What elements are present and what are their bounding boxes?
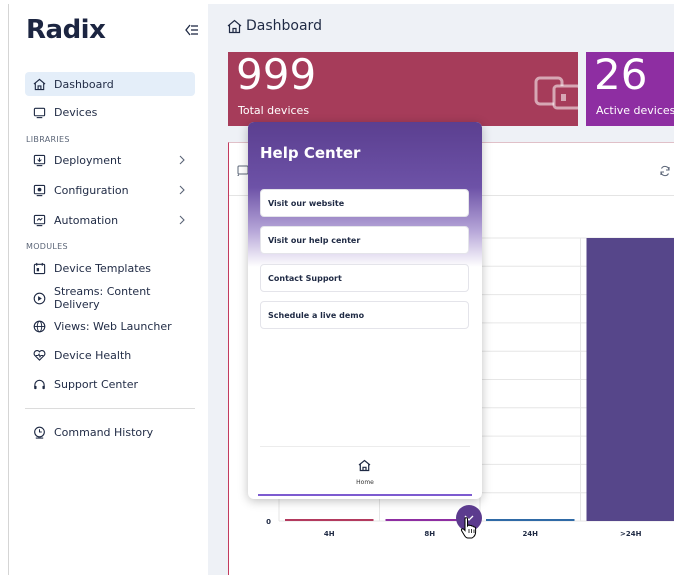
home-icon[interactable] xyxy=(358,459,371,472)
chart-bar xyxy=(586,238,674,521)
headset-icon xyxy=(34,379,45,389)
sidebar-item-label: Deployment xyxy=(54,153,122,167)
automation-icon xyxy=(33,214,46,226)
sidebar-item-device-templates[interactable]: Device Templates xyxy=(25,256,195,280)
sidebar-item-label: Support Center xyxy=(54,377,139,391)
help-center-popup: Help Center Visit our website Visit our … xyxy=(248,122,482,499)
contact-support-link[interactable]: Contact Support xyxy=(260,264,469,292)
home-icon xyxy=(227,19,242,34)
total-devices-value: 999 xyxy=(236,52,317,99)
refresh-icon[interactable] xyxy=(659,165,671,177)
x-tick-label: 24H xyxy=(522,530,538,538)
deployment-icon xyxy=(33,154,46,166)
sidebar-item-configuration[interactable]: Configuration xyxy=(25,178,195,202)
section-label-libraries: LIBRARIES xyxy=(26,135,70,144)
heart-pulse-icon xyxy=(33,349,46,361)
chevron-right-icon xyxy=(179,155,185,165)
sidebar: Radix Dashboard Devices LIBRARIES Deploy… xyxy=(8,4,208,575)
section-label-modules: MODULES xyxy=(26,242,68,251)
sidebar-item-label: Device Templates xyxy=(54,261,152,275)
sidebar-divider xyxy=(25,408,195,409)
help-footer-divider xyxy=(260,446,470,447)
visit-website-link[interactable]: Visit our website xyxy=(260,189,469,217)
chart-bar xyxy=(486,519,575,521)
total-devices-card[interactable]: 999 Total devices xyxy=(228,52,578,126)
x-tick-label: 4H xyxy=(324,530,335,538)
devices-icon xyxy=(534,76,578,110)
sidebar-item-label: Devices xyxy=(54,105,98,119)
sidebar-item-dashboard[interactable]: Dashboard xyxy=(25,72,195,96)
x-tick-label: 8H xyxy=(424,530,435,538)
y-tick-label: 0 xyxy=(266,518,271,526)
top-bar: Dashboard xyxy=(208,4,674,48)
help-active-tab-indicator xyxy=(258,494,472,496)
home-icon xyxy=(33,78,46,90)
hand-cursor-icon xyxy=(460,517,477,539)
sidebar-item-label: Command History xyxy=(54,425,154,439)
sidebar-item-label: Streams: Content Delivery xyxy=(54,285,151,311)
active-devices-value: 26 xyxy=(594,52,648,99)
collapse-sidebar-icon[interactable] xyxy=(185,24,199,36)
sidebar-item-device-health[interactable]: Device Health xyxy=(25,343,195,367)
chevron-right-icon xyxy=(179,215,185,225)
help-home-tab-label[interactable]: Home xyxy=(248,479,482,486)
app-logo: Radix xyxy=(26,15,106,45)
sidebar-item-label: Views: Web Launcher xyxy=(54,319,172,333)
sidebar-item-deployment[interactable]: Deployment xyxy=(25,148,195,172)
schedule-demo-link[interactable]: Schedule a live demo xyxy=(260,301,469,329)
chart-bar xyxy=(285,519,374,521)
x-tick-label: >24H xyxy=(620,530,642,538)
sidebar-item-label: Dashboard xyxy=(54,77,114,91)
sidebar-item-command-history[interactable]: Command History xyxy=(25,420,195,444)
play-circle-icon xyxy=(33,292,46,304)
sidebar-item-automation[interactable]: Automation xyxy=(25,208,195,232)
help-center-title: Help Center xyxy=(260,144,361,162)
active-devices-label: Active devices xyxy=(596,104,674,117)
sidebar-item-support-center[interactable]: Support Center xyxy=(25,372,195,396)
chevron-right-icon xyxy=(179,185,185,195)
total-devices-label: Total devices xyxy=(238,104,310,117)
command-history-icon xyxy=(34,426,45,439)
configuration-icon xyxy=(33,184,46,196)
globe-icon xyxy=(33,320,46,332)
sidebar-item-label: Configuration xyxy=(54,183,129,197)
devices-icon xyxy=(33,107,46,118)
sidebar-item-devices[interactable]: Devices xyxy=(25,100,195,124)
sidebar-item-streams[interactable]: Streams: Content Delivery xyxy=(25,285,195,311)
sidebar-item-views[interactable]: Views: Web Launcher xyxy=(25,314,195,338)
sidebar-item-label: Automation xyxy=(54,213,119,227)
visit-help-center-link[interactable]: Visit our help center xyxy=(260,226,469,254)
templates-icon xyxy=(33,262,46,274)
sidebar-item-label: Device Health xyxy=(54,348,132,362)
page-title: Dashboard xyxy=(246,18,322,34)
active-devices-card[interactable]: 26 Active devices xyxy=(586,52,674,126)
